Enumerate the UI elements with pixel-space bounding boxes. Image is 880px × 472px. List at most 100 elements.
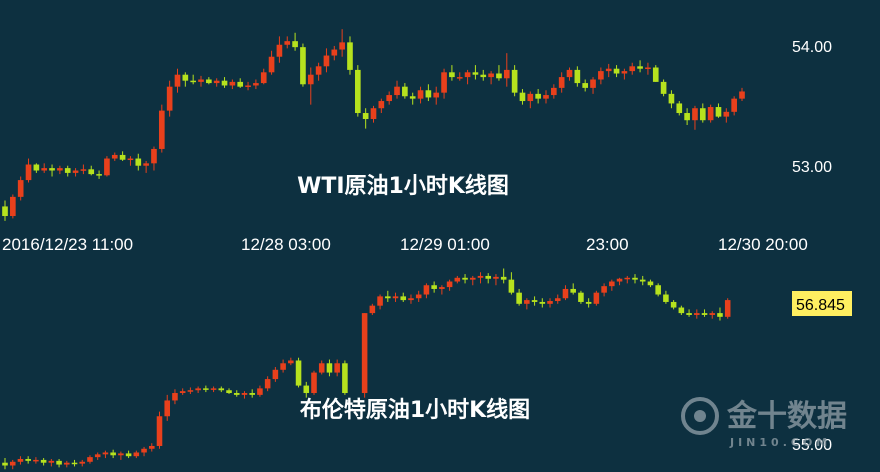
candle-body <box>323 55 330 67</box>
candle-body <box>624 277 631 280</box>
candle-body <box>593 292 600 304</box>
candle-body <box>578 292 584 302</box>
candle-body <box>524 300 530 304</box>
candle-body <box>303 385 310 394</box>
candle-body <box>488 73 494 78</box>
x-tick-label: 12/29 01:00 <box>400 235 490 254</box>
candle-body <box>400 296 407 301</box>
candle-body <box>64 462 70 465</box>
candle-body <box>2 462 8 466</box>
candle-body <box>190 80 196 83</box>
candle-body <box>621 71 628 74</box>
candle-body <box>439 287 445 289</box>
candle-body <box>331 49 338 56</box>
candle-body <box>574 69 581 84</box>
candle-body <box>88 169 95 175</box>
candle-body <box>392 296 399 299</box>
candle-body <box>464 72 471 78</box>
candle-body <box>182 74 189 81</box>
candle-body <box>709 313 716 315</box>
candle-body <box>257 388 263 395</box>
candle-body <box>206 79 212 84</box>
candle-body <box>218 388 225 391</box>
candle-body <box>423 285 430 295</box>
candle-body <box>462 277 468 280</box>
candle-body <box>71 462 78 465</box>
candle-body <box>493 276 499 279</box>
candle-body <box>601 286 607 293</box>
candle-body <box>431 285 437 289</box>
candle-body <box>96 174 102 176</box>
candle-body <box>655 285 661 295</box>
candle-body <box>241 393 248 395</box>
candle-body <box>118 453 124 456</box>
candle-body <box>394 86 400 96</box>
candle-body <box>221 80 228 86</box>
candle-body <box>339 42 345 50</box>
candle-body <box>503 69 510 79</box>
candle-body <box>694 313 700 315</box>
candle-body <box>334 363 340 373</box>
candle-body <box>663 294 669 302</box>
candle-body <box>141 448 147 453</box>
jin10-logo-dot <box>694 410 706 422</box>
candle-body <box>609 281 615 287</box>
candle-body <box>213 80 220 84</box>
candle-body <box>210 388 217 390</box>
candle-body <box>678 307 685 314</box>
candle-body <box>245 85 251 87</box>
candle-body <box>369 305 376 314</box>
candle-body <box>715 107 722 117</box>
candle-body <box>605 68 612 72</box>
candle-body <box>311 372 317 394</box>
candle-body <box>441 72 447 93</box>
candle-body <box>174 74 181 87</box>
candle-body <box>318 363 325 373</box>
candle-body <box>731 98 737 112</box>
candle-body <box>164 400 171 417</box>
candle-body <box>645 67 651 70</box>
candle-body <box>135 158 142 166</box>
candle-body <box>87 457 93 462</box>
candle-body <box>249 393 255 395</box>
candle-body <box>613 68 620 74</box>
candle-body <box>531 300 538 302</box>
candle-body <box>385 296 391 299</box>
candle-body <box>179 391 186 394</box>
candle-body <box>342 363 348 394</box>
candle-body <box>660 81 667 94</box>
candle-body <box>56 460 62 465</box>
candle-body <box>402 86 408 97</box>
candle-body <box>417 90 424 99</box>
candle-body <box>2 206 8 217</box>
candle-body <box>539 301 546 304</box>
watermark-name: 金十数据 <box>726 399 847 434</box>
candle-body <box>500 276 507 280</box>
candle-body <box>386 95 393 102</box>
candle-body <box>64 168 71 173</box>
candle-body <box>172 393 178 401</box>
candle-body <box>253 83 259 86</box>
candle-body <box>41 168 48 171</box>
candle-body <box>446 281 453 288</box>
candle-body <box>551 87 557 96</box>
candle-body <box>264 379 271 389</box>
candle-body <box>79 461 86 464</box>
candle-body <box>125 453 132 457</box>
candle-body <box>49 168 55 171</box>
candle-body <box>433 92 440 98</box>
candle-body <box>33 459 39 462</box>
candle-body <box>566 69 573 78</box>
candle-body <box>354 69 361 114</box>
candle-body <box>119 154 126 160</box>
candle-body <box>17 458 24 462</box>
candle-body <box>449 72 455 78</box>
candle-body <box>9 461 16 466</box>
candle-body <box>670 301 677 308</box>
candle-body <box>268 56 275 73</box>
candle-body <box>48 460 55 463</box>
candle-body <box>260 72 267 84</box>
candle-body <box>33 164 40 171</box>
candle-body <box>151 148 157 164</box>
candle-body <box>272 369 279 380</box>
